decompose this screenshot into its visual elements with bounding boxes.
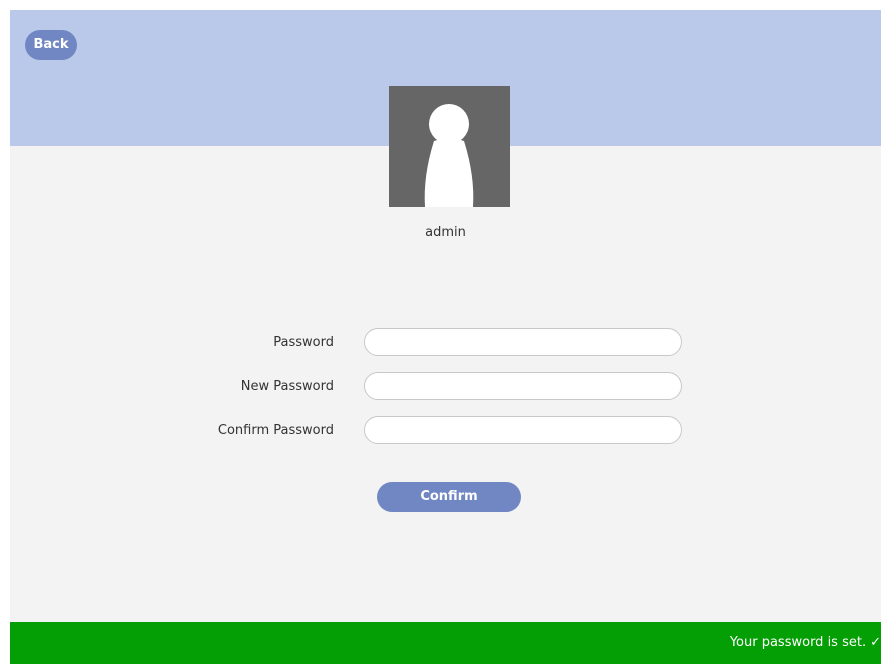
password-label: Password [273, 335, 334, 350]
password-input[interactable] [364, 328, 682, 356]
change-password-screen: Back admin Password New Password Confirm… [10, 10, 881, 664]
password-row: Password [10, 328, 881, 358]
user-silhouette-icon [424, 104, 474, 207]
new-password-row: New Password [10, 372, 881, 402]
confirm-password-label: Confirm Password [217, 423, 334, 438]
username-label: admin [425, 225, 466, 240]
confirm-password-input[interactable] [364, 416, 682, 444]
checkmark-icon: ✓ [870, 635, 881, 650]
status-message: Your password is set. [729, 635, 867, 650]
new-password-input[interactable] [364, 372, 682, 400]
back-button[interactable]: Back [25, 30, 77, 60]
status-message-container: Your password is set. ✓ [730, 622, 881, 664]
confirm-password-row: Confirm Password [10, 416, 881, 446]
confirm-button[interactable]: Confirm [377, 482, 521, 512]
user-avatar [389, 86, 510, 207]
new-password-label: New Password [240, 379, 334, 394]
status-bar: Your password is set. ✓ [10, 622, 881, 664]
